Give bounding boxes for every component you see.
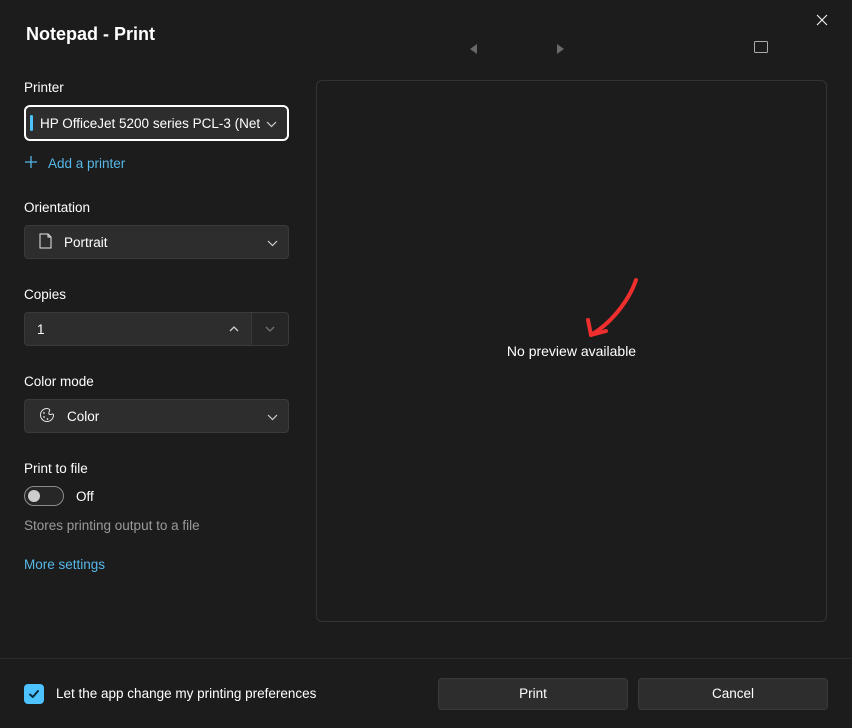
- check-icon: [28, 688, 40, 700]
- chevron-down-icon: [267, 235, 278, 250]
- more-settings-link[interactable]: More settings: [24, 557, 294, 572]
- copies-label: Copies: [24, 287, 294, 302]
- chevron-down-icon: [266, 116, 277, 131]
- close-button[interactable]: [812, 10, 832, 30]
- palette-icon: [39, 407, 55, 426]
- close-icon: [816, 14, 828, 26]
- dialog-footer: Let the app change my printing preferenc…: [0, 658, 852, 728]
- print-to-file-label: Print to file: [24, 461, 294, 476]
- orientation-selected-value: Portrait: [64, 235, 261, 250]
- preview-nav-controls: [470, 40, 768, 58]
- add-printer-link[interactable]: Add a printer: [24, 155, 294, 172]
- copies-value: 1: [25, 322, 216, 337]
- orientation-dropdown[interactable]: Portrait: [24, 225, 289, 259]
- copies-increment-button[interactable]: [216, 313, 252, 345]
- printer-selected-value: HP OfficeJet 5200 series PCL-3 (Net: [40, 116, 260, 131]
- printer-label: Printer: [24, 80, 294, 95]
- fullscreen-icon[interactable]: [754, 40, 768, 58]
- color-mode-selected-value: Color: [67, 409, 261, 424]
- portrait-icon: [39, 233, 52, 252]
- cancel-button[interactable]: Cancel: [638, 678, 828, 710]
- print-to-file-help: Stores printing output to a file: [24, 518, 294, 533]
- color-mode-dropdown[interactable]: Color: [24, 399, 289, 433]
- more-settings-label: More settings: [24, 557, 105, 572]
- preview-pane: No preview available: [316, 80, 827, 622]
- chevron-down-icon: [267, 409, 278, 424]
- preferences-checkbox[interactable]: [24, 684, 44, 704]
- printer-dropdown[interactable]: HP OfficeJet 5200 series PCL-3 (Net: [24, 105, 289, 141]
- orientation-label: Orientation: [24, 200, 294, 215]
- color-mode-label: Color mode: [24, 374, 294, 389]
- preview-message: No preview available: [507, 343, 636, 359]
- copies-stepper[interactable]: 1: [24, 312, 289, 346]
- add-printer-label: Add a printer: [48, 156, 125, 171]
- next-page-icon[interactable]: [557, 44, 564, 54]
- print-to-file-state: Off: [76, 489, 94, 504]
- print-to-file-toggle[interactable]: [24, 486, 64, 506]
- dialog-title: Notepad - Print: [26, 24, 155, 45]
- preferences-checkbox-label: Let the app change my printing preferenc…: [56, 686, 438, 701]
- plus-icon: [24, 155, 38, 172]
- copies-decrement-button[interactable]: [252, 313, 288, 345]
- prev-page-icon[interactable]: [470, 44, 477, 54]
- print-button[interactable]: Print: [438, 678, 628, 710]
